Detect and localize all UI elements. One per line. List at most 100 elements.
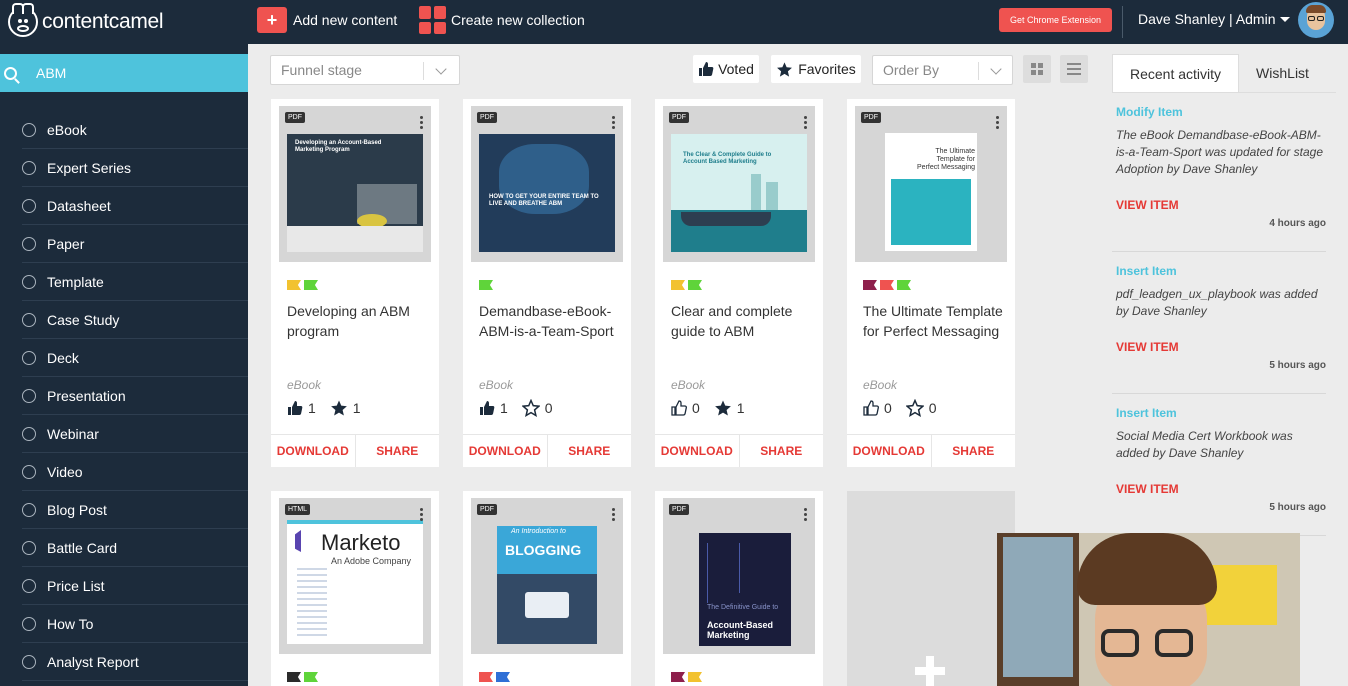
sidebar-item-case-study[interactable]: Case Study <box>22 301 248 339</box>
radio-icon[interactable] <box>22 122 36 137</box>
voted-filter-button[interactable]: Voted <box>693 55 759 83</box>
content-card[interactable]: An Introduction to BLOGGING PDF <box>463 491 631 686</box>
tab-recent-activity[interactable]: Recent activity <box>1112 54 1239 92</box>
add-new-content-button[interactable]: + Add new content <box>257 6 397 34</box>
download-button[interactable]: DOWNLOAD <box>463 435 547 467</box>
card-title[interactable]: Clear and complete guide to ABM <box>671 301 811 341</box>
radio-icon[interactable] <box>22 502 36 517</box>
kebab-menu-icon[interactable] <box>612 116 615 131</box>
tab-wishlist[interactable]: WishList <box>1239 54 1326 92</box>
radio-icon[interactable] <box>22 578 36 593</box>
app-logo[interactable]: contentcamel <box>8 3 164 39</box>
thumbs-up-outline-icon[interactable] <box>863 400 879 416</box>
add-content-card[interactable] <box>847 491 1015 686</box>
create-new-collection-button[interactable]: Create new collection <box>419 6 585 34</box>
radio-icon[interactable] <box>22 274 36 289</box>
card-thumbnail[interactable]: HOW TO GET YOUR ENTIRE TEAM TO LIVE AND … <box>471 106 623 262</box>
sidebar-item-expert-series[interactable]: Expert Series <box>22 149 248 187</box>
cover-subtitle: An Adobe Company <box>331 556 412 566</box>
sidebar-item-webinar[interactable]: Webinar <box>22 415 248 453</box>
card-thumbnail[interactable]: An Introduction to BLOGGING PDF <box>471 498 623 654</box>
funnel-stage-select[interactable]: Funnel stage <box>270 55 460 85</box>
kebab-menu-icon[interactable] <box>804 508 807 523</box>
sidebar-search-input[interactable]: ABM <box>0 54 248 92</box>
star-icon[interactable] <box>714 399 732 417</box>
file-type-badge: PDF <box>477 504 497 515</box>
sidebar-item-ebook[interactable]: eBook <box>22 111 248 149</box>
activity-timestamp: 5 hours ago <box>1269 360 1326 371</box>
thumbs-up-icon[interactable] <box>287 400 303 416</box>
sidebar-item-battle-card[interactable]: Battle Card <box>22 529 248 567</box>
favorites-filter-button[interactable]: Favorites <box>771 55 861 83</box>
card-actions: DOWNLOAD SHARE <box>655 434 823 467</box>
cover-subtitle: An Introduction to <box>511 528 566 535</box>
radio-icon[interactable] <box>22 654 36 669</box>
sidebar-item-deck[interactable]: Deck <box>22 339 248 377</box>
grid-view-button[interactable] <box>1023 55 1051 83</box>
card-thumbnail[interactable]: The Definitive Guide to Account-Based Ma… <box>663 498 815 654</box>
star-outline-icon[interactable] <box>905 399 924 417</box>
radio-icon[interactable] <box>22 160 36 175</box>
kebab-menu-icon[interactable] <box>804 116 807 131</box>
kebab-menu-icon[interactable] <box>612 508 615 523</box>
sidebar-item-template[interactable]: Template <box>22 263 248 301</box>
list-view-button[interactable] <box>1060 55 1088 83</box>
sidebar-item-price-list[interactable]: Price List <box>22 567 248 605</box>
download-button[interactable]: DOWNLOAD <box>655 435 739 467</box>
view-item-link[interactable]: VIEW ITEM <box>1116 340 1179 354</box>
sidebar-item-how-to[interactable]: How To <box>22 605 248 643</box>
radio-icon[interactable] <box>22 426 36 441</box>
sidebar-item-datasheet[interactable]: Datasheet <box>22 187 248 225</box>
share-button[interactable]: SHARE <box>930 435 1016 467</box>
sidebar-item-blog-post[interactable]: Blog Post <box>22 491 248 529</box>
share-button[interactable]: SHARE <box>546 435 632 467</box>
chevron-down-icon <box>435 63 447 75</box>
card-thumbnail[interactable]: The Clear & Complete Guide to Account Ba… <box>663 106 815 262</box>
star-icon[interactable] <box>330 399 348 417</box>
radio-icon[interactable] <box>22 198 36 213</box>
radio-icon[interactable] <box>22 350 36 365</box>
radio-icon[interactable] <box>22 388 36 403</box>
user-menu[interactable]: Dave Shanley | Admin <box>1138 11 1290 27</box>
content-card[interactable]: HOW TO GET YOUR ENTIRE TEAM TO LIVE AND … <box>463 99 631 467</box>
radio-icon[interactable] <box>22 464 36 479</box>
kebab-menu-icon[interactable] <box>420 508 423 523</box>
card-category: eBook <box>671 378 706 392</box>
thumbs-up-outline-icon[interactable] <box>671 400 687 416</box>
content-card[interactable]: Developing an Account-Based Marketing Pr… <box>271 99 439 467</box>
avatar[interactable] <box>1298 2 1334 38</box>
caret-down-icon <box>1279 16 1290 22</box>
thumbs-up-icon[interactable] <box>479 400 495 416</box>
card-thumbnail[interactable]: Developing an Account-Based Marketing Pr… <box>279 106 431 262</box>
download-button[interactable]: DOWNLOAD <box>847 435 931 467</box>
radio-icon[interactable] <box>22 616 36 631</box>
view-item-link[interactable]: VIEW ITEM <box>1116 482 1179 496</box>
content-card[interactable]: The Definitive Guide to Account-Based Ma… <box>655 491 823 686</box>
flag-icon <box>688 280 702 290</box>
view-item-link[interactable]: VIEW ITEM <box>1116 198 1179 212</box>
radio-icon[interactable] <box>22 236 36 251</box>
content-card[interactable]: Marketo An Adobe Company HTML <box>271 491 439 686</box>
sidebar-item-paper[interactable]: Paper <box>22 225 248 263</box>
chrome-extension-button[interactable]: Get Chrome Extension <box>999 8 1112 32</box>
card-thumbnail[interactable]: Marketo An Adobe Company HTML <box>279 498 431 654</box>
radio-icon[interactable] <box>22 312 36 327</box>
card-thumbnail[interactable]: The Ultimate Template for Perfect Messag… <box>855 106 1007 262</box>
content-card[interactable]: The Clear & Complete Guide to Account Ba… <box>655 99 823 467</box>
file-type-badge: PDF <box>861 112 881 123</box>
card-title[interactable]: The Ultimate Template for Perfect Messag… <box>863 301 1003 341</box>
sidebar-item-video[interactable]: Video <box>22 453 248 491</box>
sidebar-item-analyst-report[interactable]: Analyst Report <box>22 643 248 681</box>
card-title[interactable]: Demandbase-eBook-ABM-is-a-Team-Sport <box>479 301 619 341</box>
kebab-menu-icon[interactable] <box>420 116 423 131</box>
card-title[interactable]: Developing an ABM program <box>287 301 427 341</box>
download-button[interactable]: DOWNLOAD <box>271 435 355 467</box>
kebab-menu-icon[interactable] <box>996 116 999 131</box>
radio-icon[interactable] <box>22 540 36 555</box>
star-outline-icon[interactable] <box>521 399 540 417</box>
share-button[interactable]: SHARE <box>738 435 824 467</box>
order-by-select[interactable]: Order By <box>872 55 1013 85</box>
content-card[interactable]: The Ultimate Template for Perfect Messag… <box>847 99 1015 467</box>
sidebar-item-presentation[interactable]: Presentation <box>22 377 248 415</box>
share-button[interactable]: SHARE <box>354 435 440 467</box>
